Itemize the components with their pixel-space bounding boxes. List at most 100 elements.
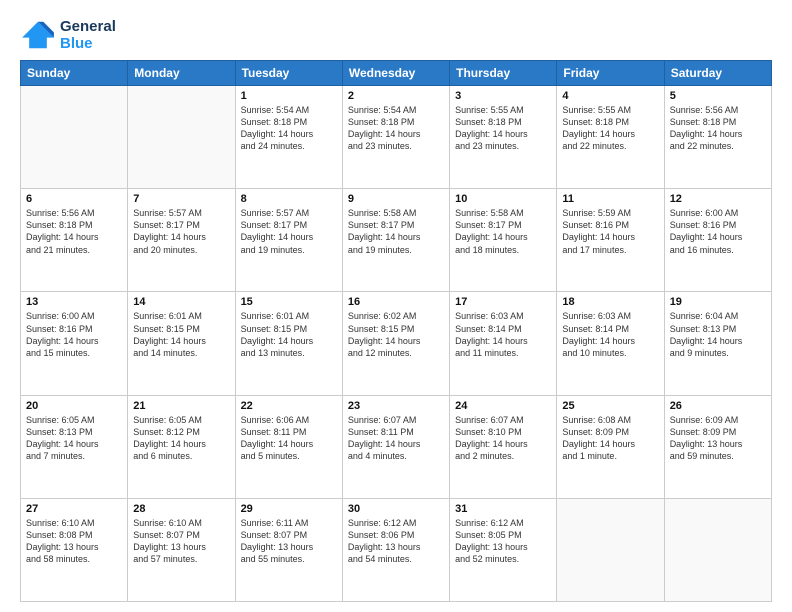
calendar-cell: 26 Sunrise: 6:09 AM Sunset: 8:09 PM Dayli…: [664, 395, 771, 498]
day-number: 10: [455, 193, 551, 205]
day-number: 25: [562, 400, 658, 412]
day-number: 28: [133, 503, 229, 515]
calendar-cell: 28Sunrise: 6:10 AM Sunset: 8:07 PM Dayli…: [128, 498, 235, 601]
calendar-cell: 22 Sunrise: 6:06 AM Sunset: 8:11 PM Dayli…: [235, 395, 342, 498]
cell-info: Sunrise: 5:58 AM Sunset: 8:17 PM Dayligh…: [348, 207, 444, 256]
day-number: 17: [455, 296, 551, 308]
week-row-3: 20Sunrise: 6:05 AM Sunset: 8:13 PM Dayli…: [21, 395, 772, 498]
calendar-cell: 16 Sunrise: 6:02 AM Sunset: 8:15 PM Dayli…: [342, 292, 449, 395]
calendar-cell: 14Sunrise: 6:01 AM Sunset: 8:15 PM Dayli…: [128, 292, 235, 395]
cell-info: Sunrise: 5:59 AM Sunset: 8:16 PM Dayligh…: [562, 207, 658, 256]
calendar-cell: 23 Sunrise: 6:07 AM Sunset: 8:11 PM Dayli…: [342, 395, 449, 498]
calendar-cell: 24 Sunrise: 6:07 AM Sunset: 8:10 PM Dayli…: [450, 395, 557, 498]
day-number: 3: [455, 90, 551, 102]
calendar-cell: 8 Sunrise: 5:57 AM Sunset: 8:17 PM Daylig…: [235, 189, 342, 292]
day-header-sunday: Sunday: [21, 61, 128, 86]
cell-info: Sunrise: 6:07 AM Sunset: 8:10 PM Dayligh…: [455, 414, 551, 463]
cell-info: Sunrise: 6:12 AM Sunset: 8:06 PM Dayligh…: [348, 517, 444, 566]
day-number: 30: [348, 503, 444, 515]
calendar-cell: 2Sunrise: 5:54 AM Sunset: 8:18 PM Daylig…: [342, 86, 449, 189]
day-number: 27: [26, 503, 122, 515]
calendar-cell: 25 Sunrise: 6:08 AM Sunset: 8:09 PM Dayli…: [557, 395, 664, 498]
day-number: 29: [241, 503, 337, 515]
day-number: 5: [670, 90, 766, 102]
calendar-cell: 6 Sunrise: 5:56 AM Sunset: 8:18 PM Daylig…: [21, 189, 128, 292]
cell-info: Sunrise: 6:09 AM Sunset: 8:09 PM Dayligh…: [670, 414, 766, 463]
cell-info: Sunrise: 6:08 AM Sunset: 8:09 PM Dayligh…: [562, 414, 658, 463]
calendar-cell: 31Sunrise: 6:12 AM Sunset: 8:05 PM Dayli…: [450, 498, 557, 601]
cell-info: Sunrise: 6:06 AM Sunset: 8:11 PM Dayligh…: [241, 414, 337, 463]
day-number: 31: [455, 503, 551, 515]
calendar-cell: 17 Sunrise: 6:03 AM Sunset: 8:14 PM Dayli…: [450, 292, 557, 395]
calendar-table: SundayMondayTuesdayWednesdayThursdayFrid…: [20, 60, 772, 602]
calendar-cell: 30 Sunrise: 6:12 AM Sunset: 8:06 PM Dayli…: [342, 498, 449, 601]
cell-info: Sunrise: 6:07 AM Sunset: 8:11 PM Dayligh…: [348, 414, 444, 463]
day-number: 9: [348, 193, 444, 205]
cell-info: Sunrise: 6:10 AM Sunset: 8:08 PM Dayligh…: [26, 517, 122, 566]
cell-info: Sunrise: 5:57 AM Sunset: 8:17 PM Dayligh…: [133, 207, 229, 256]
week-row-1: 6 Sunrise: 5:56 AM Sunset: 8:18 PM Daylig…: [21, 189, 772, 292]
day-number: 12: [670, 193, 766, 205]
cell-info: Sunrise: 5:56 AM Sunset: 8:18 PM Dayligh…: [670, 104, 766, 153]
day-number: 1: [241, 90, 337, 102]
calendar-cell: 15 Sunrise: 6:01 AM Sunset: 8:15 PM Dayli…: [235, 292, 342, 395]
day-header-monday: Monday: [128, 61, 235, 86]
calendar-cell: 27 Sunrise: 6:10 AM Sunset: 8:08 PM Dayli…: [21, 498, 128, 601]
calendar-cell: 21 Sunrise: 6:05 AM Sunset: 8:12 PM Dayli…: [128, 395, 235, 498]
cell-info: Sunrise: 6:05 AM Sunset: 8:12 PM Dayligh…: [133, 414, 229, 463]
day-number: 16: [348, 296, 444, 308]
calendar-cell: 10 Sunrise: 5:58 AM Sunset: 8:17 PM Dayli…: [450, 189, 557, 292]
cell-info: Sunrise: 6:02 AM Sunset: 8:15 PM Dayligh…: [348, 310, 444, 359]
calendar-cell: [664, 498, 771, 601]
calendar-cell: 29 Sunrise: 6:11 AM Sunset: 8:07 PM Dayli…: [235, 498, 342, 601]
calendar-cell: 13 Sunrise: 6:00 AM Sunset: 8:16 PM Dayli…: [21, 292, 128, 395]
cell-info: Sunrise: 6:03 AM Sunset: 8:14 PM Dayligh…: [455, 310, 551, 359]
day-number: 24: [455, 400, 551, 412]
cell-info: Sunrise: 6:04 AM Sunset: 8:13 PM Dayligh…: [670, 310, 766, 359]
calendar-cell: 4Sunrise: 5:55 AM Sunset: 8:18 PM Daylig…: [557, 86, 664, 189]
calendar-cell: 20Sunrise: 6:05 AM Sunset: 8:13 PM Dayli…: [21, 395, 128, 498]
day-header-tuesday: Tuesday: [235, 61, 342, 86]
day-number: 19: [670, 296, 766, 308]
day-number: 21: [133, 400, 229, 412]
day-number: 14: [133, 296, 229, 308]
day-number: 23: [348, 400, 444, 412]
calendar-cell: 5 Sunrise: 5:56 AM Sunset: 8:18 PM Daylig…: [664, 86, 771, 189]
week-row-4: 27 Sunrise: 6:10 AM Sunset: 8:08 PM Dayli…: [21, 498, 772, 601]
calendar-cell: [557, 498, 664, 601]
day-number: 15: [241, 296, 337, 308]
header: General Blue: [20, 18, 772, 52]
cell-info: Sunrise: 5:54 AM Sunset: 8:18 PM Dayligh…: [348, 104, 444, 153]
cell-info: Sunrise: 5:55 AM Sunset: 8:18 PM Dayligh…: [562, 104, 658, 153]
calendar-cell: [128, 86, 235, 189]
calendar-cell: 19 Sunrise: 6:04 AM Sunset: 8:13 PM Dayli…: [664, 292, 771, 395]
calendar-cell: 1Sunrise: 5:54 AM Sunset: 8:18 PM Daylig…: [235, 86, 342, 189]
cell-info: Sunrise: 6:03 AM Sunset: 8:14 PM Dayligh…: [562, 310, 658, 359]
logo: General Blue: [20, 18, 116, 52]
calendar-cell: 18 Sunrise: 6:03 AM Sunset: 8:14 PM Dayli…: [557, 292, 664, 395]
calendar-cell: 11 Sunrise: 5:59 AM Sunset: 8:16 PM Dayli…: [557, 189, 664, 292]
cell-info: Sunrise: 5:56 AM Sunset: 8:18 PM Dayligh…: [26, 207, 122, 256]
day-number: 13: [26, 296, 122, 308]
calendar-cell: 9 Sunrise: 5:58 AM Sunset: 8:17 PM Daylig…: [342, 189, 449, 292]
cell-info: Sunrise: 6:00 AM Sunset: 8:16 PM Dayligh…: [670, 207, 766, 256]
day-header-friday: Friday: [557, 61, 664, 86]
day-number: 11: [562, 193, 658, 205]
day-number: 22: [241, 400, 337, 412]
page: General Blue SundayMondayTuesdayWednesda…: [0, 0, 792, 612]
day-number: 6: [26, 193, 122, 205]
cell-info: Sunrise: 6:11 AM Sunset: 8:07 PM Dayligh…: [241, 517, 337, 566]
calendar-cell: 7Sunrise: 5:57 AM Sunset: 8:17 PM Daylig…: [128, 189, 235, 292]
cell-info: Sunrise: 5:58 AM Sunset: 8:17 PM Dayligh…: [455, 207, 551, 256]
cell-info: Sunrise: 5:57 AM Sunset: 8:17 PM Dayligh…: [241, 207, 337, 256]
day-number: 26: [670, 400, 766, 412]
cell-info: Sunrise: 6:00 AM Sunset: 8:16 PM Dayligh…: [26, 310, 122, 359]
logo-icon: [20, 20, 56, 50]
week-row-2: 13 Sunrise: 6:00 AM Sunset: 8:16 PM Dayli…: [21, 292, 772, 395]
cell-info: Sunrise: 6:05 AM Sunset: 8:13 PM Dayligh…: [26, 414, 122, 463]
day-number: 8: [241, 193, 337, 205]
day-number: 18: [562, 296, 658, 308]
calendar-cell: [21, 86, 128, 189]
cell-info: Sunrise: 5:55 AM Sunset: 8:18 PM Dayligh…: [455, 104, 551, 153]
cell-info: Sunrise: 6:01 AM Sunset: 8:15 PM Dayligh…: [241, 310, 337, 359]
